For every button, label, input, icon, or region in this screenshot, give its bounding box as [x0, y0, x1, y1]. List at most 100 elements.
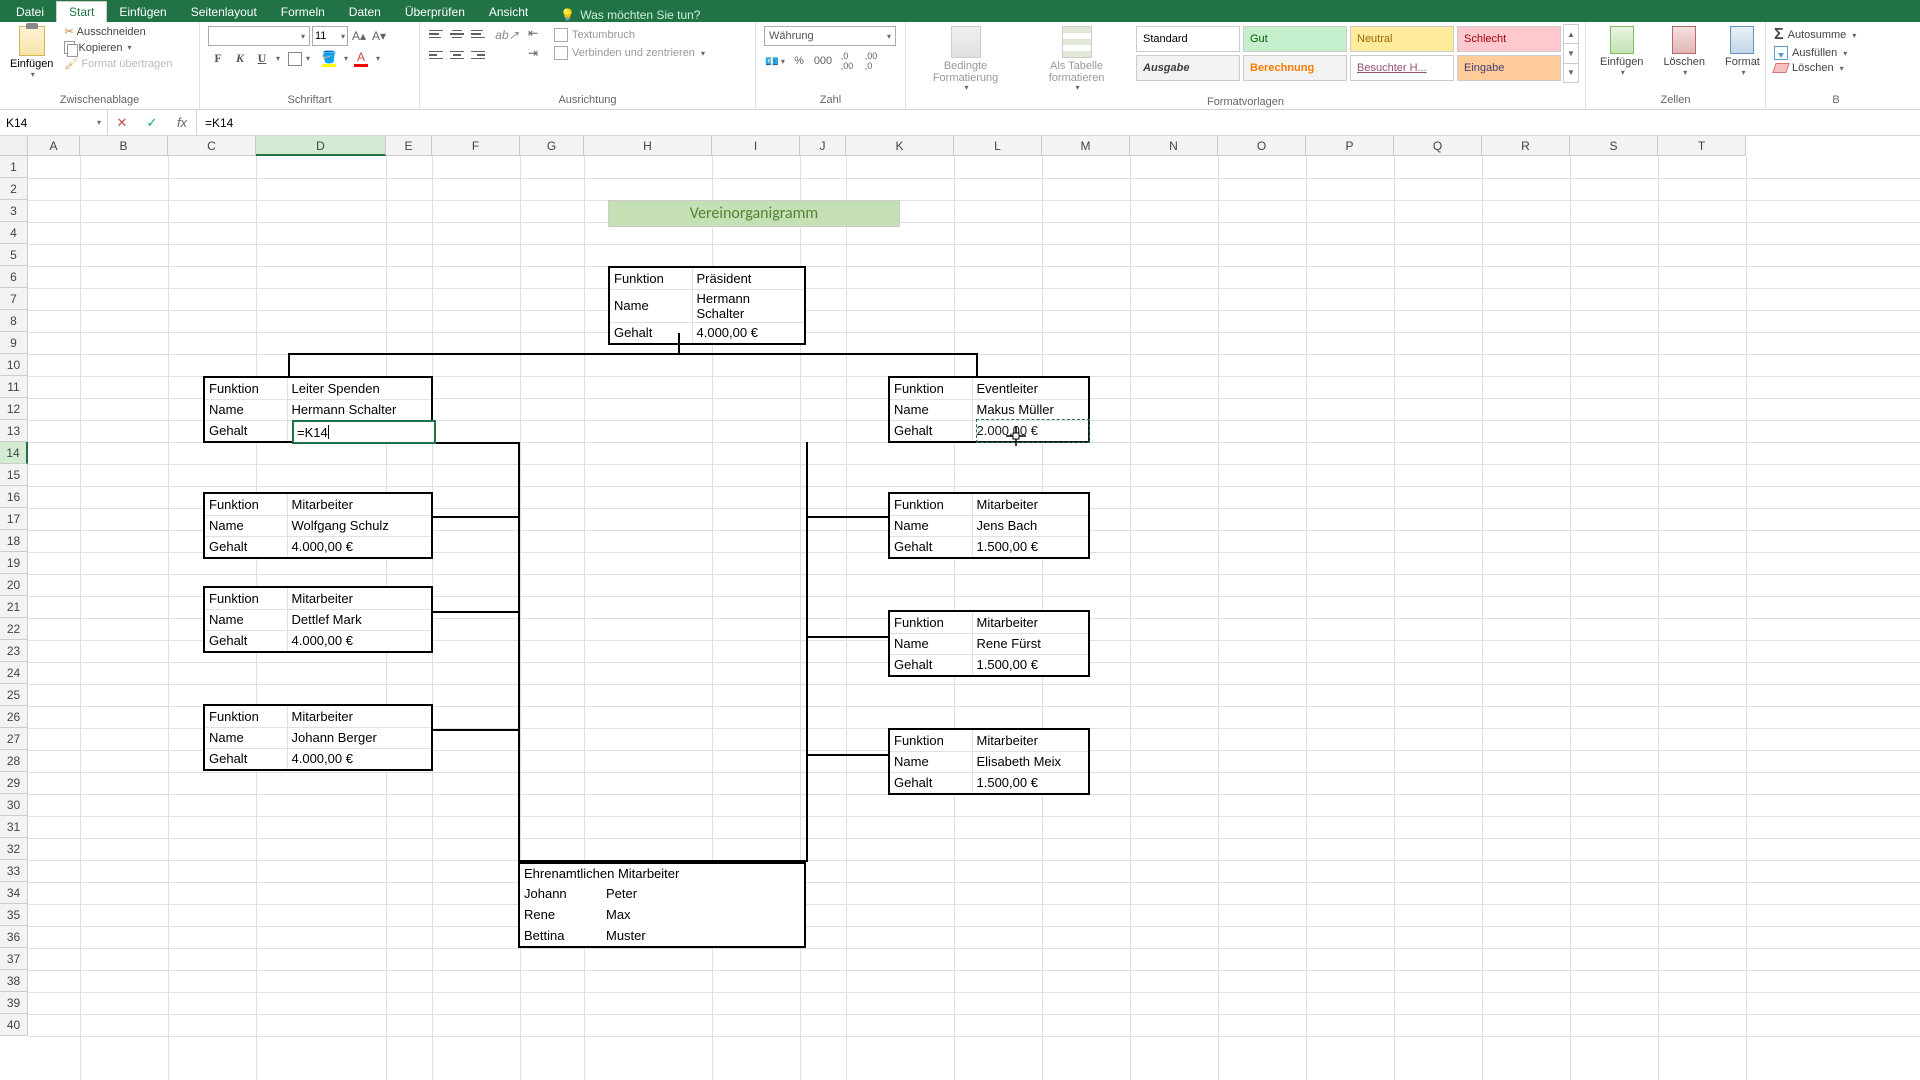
style-berechnung[interactable]: Berechnung	[1243, 55, 1347, 81]
tab-review[interactable]: Überprüfen	[393, 2, 477, 22]
cell-styles-gallery[interactable]: Standard Gut Neutral Schlecht Ausgabe Be…	[1134, 24, 1563, 83]
increase-decimal-button[interactable]: ,0,00	[836, 50, 858, 72]
style-gallery-scroll[interactable]: ▲ ▼ ▼	[1563, 24, 1579, 83]
scroll-up-icon[interactable]: ▲	[1564, 25, 1578, 44]
conditional-formatting-button[interactable]: Bedingte Formatierung▾	[912, 24, 1019, 95]
orientation-button[interactable]: ab↗	[498, 26, 516, 44]
style-besuchter[interactable]: Besuchter H...	[1350, 55, 1454, 81]
decrease-indent-button[interactable]: ⇤	[524, 24, 542, 42]
decrease-decimal-button[interactable]: ,00,0	[860, 50, 882, 72]
row-headers[interactable]: 1234567891011121314151617181920212223242…	[0, 156, 28, 1036]
percent-button[interactable]: %	[788, 50, 810, 72]
col-header-B[interactable]: B	[80, 136, 168, 156]
underline-button[interactable]: U	[252, 51, 272, 66]
style-gut[interactable]: Gut	[1243, 26, 1347, 52]
tab-file[interactable]: Datei	[4, 2, 56, 22]
insert-cells-button[interactable]: Einfügen▾	[1592, 24, 1651, 79]
autosum-button[interactable]: ΣAutosumme▾	[1774, 26, 1856, 44]
paste-button[interactable]: Einfügen ▾	[6, 24, 57, 81]
row-header-32[interactable]: 32	[0, 838, 28, 860]
row-header-10[interactable]: 10	[0, 354, 28, 376]
col-header-P[interactable]: P	[1306, 136, 1394, 156]
col-header-A[interactable]: A	[28, 136, 80, 156]
align-middle-button[interactable]	[447, 24, 467, 44]
row-header-8[interactable]: 8	[0, 310, 28, 332]
align-right-button[interactable]	[468, 45, 488, 65]
bold-button[interactable]: F	[208, 51, 228, 66]
row-header-13[interactable]: 13	[0, 420, 28, 442]
row-header-9[interactable]: 9	[0, 332, 28, 354]
row-header-5[interactable]: 5	[0, 244, 28, 266]
style-standard[interactable]: Standard	[1136, 26, 1240, 52]
row-header-36[interactable]: 36	[0, 926, 28, 948]
tab-view[interactable]: Ansicht	[477, 2, 540, 22]
scroll-more-icon[interactable]: ▼	[1564, 64, 1578, 82]
col-header-J[interactable]: J	[800, 136, 846, 156]
row-header-38[interactable]: 38	[0, 970, 28, 992]
row-header-35[interactable]: 35	[0, 904, 28, 926]
decrease-font-button[interactable]: A▾	[370, 27, 388, 45]
row-header-27[interactable]: 27	[0, 728, 28, 750]
col-header-Q[interactable]: Q	[1394, 136, 1482, 156]
format-painter-button[interactable]: 🖌 Format übertragen	[61, 56, 175, 71]
row-header-34[interactable]: 34	[0, 882, 28, 904]
row-header-39[interactable]: 39	[0, 992, 28, 1014]
row-header-7[interactable]: 7	[0, 288, 28, 310]
style-neutral[interactable]: Neutral	[1350, 26, 1454, 52]
row-header-17[interactable]: 17	[0, 508, 28, 530]
col-header-S[interactable]: S	[1570, 136, 1658, 156]
tab-home[interactable]: Start	[56, 1, 107, 22]
row-header-33[interactable]: 33	[0, 860, 28, 882]
font-color-button[interactable]: A	[350, 50, 372, 67]
increase-font-button[interactable]: A▴	[350, 27, 368, 45]
row-header-11[interactable]: 11	[0, 376, 28, 398]
row-header-1[interactable]: 1	[0, 156, 28, 178]
row-header-26[interactable]: 26	[0, 706, 28, 728]
row-header-15[interactable]: 15	[0, 464, 28, 486]
thousands-button[interactable]: 000	[812, 50, 834, 72]
accounting-format-button[interactable]: 💶▾	[764, 50, 786, 72]
col-header-N[interactable]: N	[1130, 136, 1218, 156]
formula-input[interactable]: =K14	[197, 110, 1920, 135]
col-header-I[interactable]: I	[712, 136, 800, 156]
row-header-23[interactable]: 23	[0, 640, 28, 662]
border-button[interactable]	[288, 52, 302, 66]
align-bottom-button[interactable]	[468, 24, 488, 44]
row-header-30[interactable]: 30	[0, 794, 28, 816]
row-header-22[interactable]: 22	[0, 618, 28, 640]
align-top-button[interactable]	[426, 24, 446, 44]
cancel-formula-button[interactable]: ✕	[112, 115, 132, 131]
col-header-H[interactable]: H	[584, 136, 712, 156]
row-header-19[interactable]: 19	[0, 552, 28, 574]
font-size-combo[interactable]: 11▾	[312, 26, 348, 46]
delete-cells-button[interactable]: Löschen▾	[1655, 24, 1713, 79]
copy-button[interactable]: Kopieren ▾	[61, 40, 175, 55]
merge-center-button[interactable]: Verbinden und zentrieren▾	[554, 46, 705, 60]
row-header-12[interactable]: 12	[0, 398, 28, 420]
fx-button[interactable]: fx	[172, 115, 192, 130]
col-header-M[interactable]: M	[1042, 136, 1130, 156]
name-box[interactable]: K14 ▾	[0, 110, 108, 135]
select-all-corner[interactable]	[0, 136, 28, 156]
format-cells-button[interactable]: Format▾	[1717, 24, 1768, 79]
style-schlecht[interactable]: Schlecht	[1457, 26, 1561, 52]
col-header-G[interactable]: G	[520, 136, 584, 156]
row-header-6[interactable]: 6	[0, 266, 28, 288]
style-ausgabe[interactable]: Ausgabe	[1136, 55, 1240, 81]
col-header-R[interactable]: R	[1482, 136, 1570, 156]
row-header-20[interactable]: 20	[0, 574, 28, 596]
tab-formulas[interactable]: Formeln	[269, 2, 337, 22]
increase-indent-button[interactable]: ⇥	[524, 44, 542, 62]
tab-insert[interactable]: Einfügen	[107, 2, 178, 22]
row-header-3[interactable]: 3	[0, 200, 28, 222]
row-header-31[interactable]: 31	[0, 816, 28, 838]
col-header-F[interactable]: F	[432, 136, 520, 156]
col-header-O[interactable]: O	[1218, 136, 1306, 156]
row-header-18[interactable]: 18	[0, 530, 28, 552]
col-header-E[interactable]: E	[386, 136, 432, 156]
column-headers[interactable]: ABCDEFGHIJKLMNOPQRST	[28, 136, 1746, 156]
align-center-button[interactable]	[447, 45, 467, 65]
style-eingabe[interactable]: Eingabe	[1457, 55, 1561, 81]
fill-color-button[interactable]: 🪣	[318, 50, 340, 67]
row-header-40[interactable]: 40	[0, 1014, 28, 1036]
